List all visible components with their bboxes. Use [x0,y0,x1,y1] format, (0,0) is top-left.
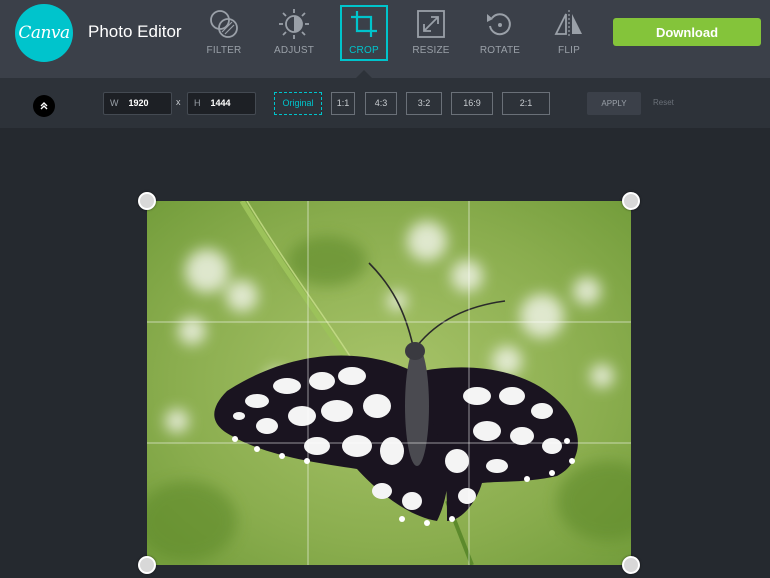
crop-handle-bottom-left[interactable] [138,556,156,574]
tool-adjust[interactable]: ADJUST [270,4,318,62]
crop-toolbar: W 1920 x H 1444 Original 1:1 4:3 3:2 16:9 … [0,78,770,128]
rotate-icon [487,13,511,36]
height-field[interactable]: H 1444 [187,92,256,115]
crop-handle-top-right[interactable] [622,192,640,210]
editor-canvas [0,128,770,578]
ratio-original-button[interactable]: Original [274,92,322,115]
resize-icon [417,10,445,38]
ratio-4-3-button[interactable]: 4:3 [365,92,397,115]
butterfly-photo[interactable] [147,201,631,565]
crop-handle-top-left[interactable] [138,192,156,210]
filter-icon [210,10,238,38]
ratio-16-9-button[interactable]: 16:9 [451,92,493,115]
ratio-2-1-button[interactable]: 2:1 [502,92,550,115]
tool-rotate[interactable]: ROTATE [476,4,524,62]
width-field-label: W [110,98,119,108]
download-button[interactable]: Download [613,18,761,46]
tool-filter[interactable]: FILTER [200,4,248,62]
crop-handle-bottom-right[interactable] [622,556,640,574]
app-title: Photo Editor [88,22,182,41]
tool-filter-label: FILTER [206,45,242,56]
active-tool-pointer [356,70,372,78]
tool-crop[interactable]: CROP [340,4,388,62]
height-field-label: H [194,98,201,108]
apply-button[interactable]: APPLY [587,92,641,115]
tool-flip-label: FLIP [558,45,580,56]
dimension-separator: x [176,97,181,107]
top-bar: Canva Photo Editor FILTER ADJUST CROP RE… [0,0,770,78]
logo-text: Canva [18,23,70,43]
butterfly-image [147,201,631,565]
width-field[interactable]: W 1920 [103,92,172,115]
chevron-up-icon[interactable] [33,95,55,117]
tool-resize-label: RESIZE [412,45,450,56]
height-field-value: 1444 [210,98,231,108]
ratio-1-1-button[interactable]: 1:1 [331,92,355,115]
tool-flip[interactable]: FLIP [545,4,593,62]
width-field-value: 1920 [128,98,149,108]
tool-resize[interactable]: RESIZE [407,4,455,62]
canva-logo[interactable]: Canva [15,4,73,62]
crop-active-frame [340,5,388,61]
flip-icon [554,10,582,38]
tool-adjust-label: ADJUST [273,45,315,56]
tool-rotate-label: ROTATE [479,45,521,56]
ratio-3-2-button[interactable]: 3:2 [406,92,442,115]
reset-link[interactable]: Reset [653,98,674,107]
adjust-icon [279,9,309,39]
